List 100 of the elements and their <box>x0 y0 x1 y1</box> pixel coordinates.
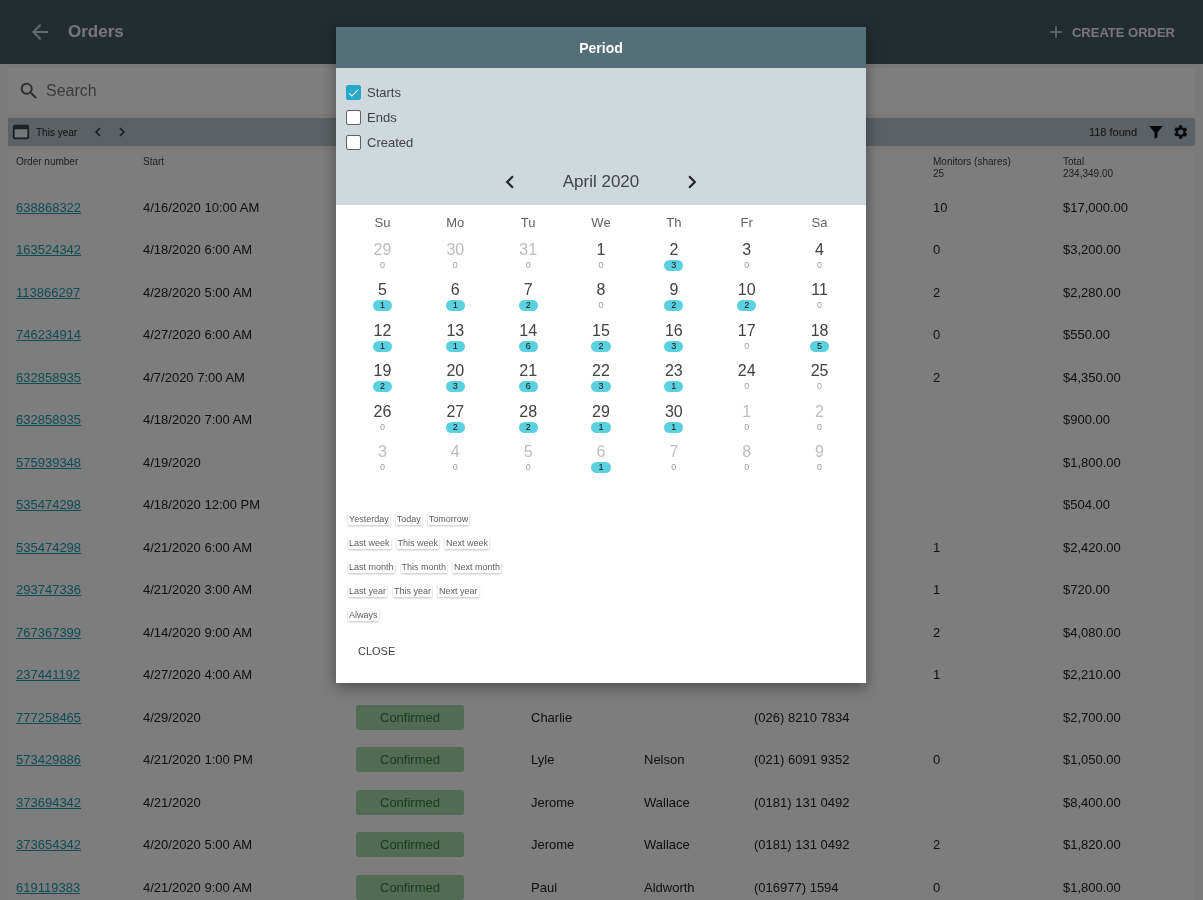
table-cell: Charlie <box>531 709 573 725</box>
count-label: 0 <box>379 461 385 473</box>
count-label: 0 <box>452 461 458 473</box>
status-badge: Confirmed <box>356 789 464 815</box>
table-cell: 2 <box>933 369 941 385</box>
dialog-title: Period <box>336 27 866 68</box>
count-label: 0 <box>817 381 823 393</box>
weekday-label: Tu <box>519 215 537 232</box>
count-label: 0 <box>598 260 604 271</box>
table-cell: 4/18/2020 7:00 AM <box>143 412 253 428</box>
table-cell: 4/19/2020 <box>143 454 201 470</box>
table-cell: $550.00 <box>1063 327 1110 343</box>
table-cell: $4,350.00 <box>1063 369 1121 385</box>
table-cell: $2,280.00 <box>1063 284 1121 300</box>
table-cell: $2,420.00 <box>1063 539 1121 555</box>
weekday-label: Fr <box>739 215 754 232</box>
table-cell: 0 <box>933 327 941 343</box>
table-cell: Aldworth <box>644 879 695 895</box>
table-cell: $2,210.00 <box>1063 667 1121 683</box>
table-cell: (026) 8210 7834 <box>754 709 850 725</box>
table-cell: 0 <box>933 879 941 895</box>
count-badge: 1 <box>664 421 684 433</box>
count-label: 0 <box>817 260 823 271</box>
table-cell: 4/7/2020 7:00 AM <box>143 369 245 385</box>
count-badge: 1 <box>372 340 392 352</box>
status-badge: Confirmed <box>356 747 464 773</box>
column-header: Order number <box>16 156 80 167</box>
table-cell: 4/29/2020 <box>143 709 201 725</box>
table-cell: $1,050.00 <box>1063 752 1121 768</box>
table-cell: (016977) 1594 <box>754 879 839 895</box>
column-header: Start <box>143 156 166 167</box>
table-cell: $8,400.00 <box>1063 794 1121 810</box>
count-label: 0 <box>744 461 750 473</box>
weekday-label: Th <box>665 215 683 232</box>
page-title: Orders <box>68 22 124 42</box>
count-badge: 2 <box>518 300 538 312</box>
weekday-label: Su <box>373 215 392 232</box>
result-count: 118 found <box>1088 126 1137 138</box>
month-label: April 2020 <box>562 172 640 192</box>
table-cell: $1,800.00 <box>1063 879 1121 895</box>
count-badge: 1 <box>591 421 611 433</box>
count-label: 0 <box>379 260 385 271</box>
table-cell: (021) 6091 9352 <box>754 752 850 768</box>
count-badge: 2 <box>664 300 684 312</box>
table-cell: 2 <box>933 837 941 853</box>
table-cell: Jerome <box>531 837 575 853</box>
table-cell: 4/21/2020 <box>143 794 201 810</box>
table-cell: Jerome <box>531 794 575 810</box>
table-cell: $900.00 <box>1063 412 1110 428</box>
count-badge: 2 <box>518 421 538 433</box>
column-header: Total <box>1063 156 1086 167</box>
status-badge: Confirmed <box>356 832 464 858</box>
count-label: 0 <box>744 260 750 271</box>
count-badge: 3 <box>591 381 611 393</box>
table-cell: 0 <box>933 752 941 768</box>
status-badge: Confirmed <box>356 874 464 900</box>
count-badge: 3 <box>664 260 684 271</box>
table-cell: 1 <box>933 582 941 598</box>
table-cell: 4/21/2020 6:00 AM <box>143 539 253 555</box>
count-label: 0 <box>671 461 677 473</box>
column-summary: 234,349.00 <box>1063 168 1115 179</box>
table-cell: $720.00 <box>1063 582 1110 598</box>
count-badge: 2 <box>737 300 757 312</box>
table-cell: $1,800.00 <box>1063 454 1121 470</box>
table-cell: Paul <box>531 879 558 895</box>
count-badge: 2 <box>445 421 465 433</box>
table-cell: 4/27/2020 4:00 AM <box>143 667 253 683</box>
table-cell: 2 <box>933 284 941 300</box>
table-cell: (0181) 131 0492 <box>754 837 850 853</box>
table-cell: 4/20/2020 5:00 AM <box>143 837 253 853</box>
table-cell: 4/28/2020 5:00 AM <box>143 284 253 300</box>
table-cell: $2,700.00 <box>1063 709 1121 725</box>
count-label: 0 <box>744 421 750 433</box>
table-cell: 1 <box>933 667 941 683</box>
table-cell: 2 <box>933 624 941 640</box>
count-badge: 1 <box>372 300 392 312</box>
count-label: 0 <box>598 300 604 312</box>
count-label: 0 <box>525 260 531 271</box>
table-cell: 4/21/2020 3:00 AM <box>143 582 253 598</box>
count-badge: 3 <box>445 381 465 393</box>
count-badge: 2 <box>591 340 611 352</box>
table-cell: $1,820.00 <box>1063 837 1121 853</box>
count-label: 0 <box>744 340 750 352</box>
table-cell: Wallace <box>644 837 690 853</box>
table-cell: 10 <box>933 199 948 215</box>
count-label: 0 <box>817 461 823 473</box>
table-cell: 4/18/2020 12:00 PM <box>143 497 261 513</box>
count-badge: 1 <box>664 381 684 393</box>
table-cell: Lyle <box>531 752 555 768</box>
table-cell: 0 <box>933 242 941 258</box>
count-badge: 1 <box>445 300 465 312</box>
count-label: 0 <box>525 461 531 473</box>
count-badge: 5 <box>810 340 830 352</box>
count-badge: 2 <box>372 381 392 393</box>
table-cell: 1 <box>933 539 941 555</box>
table-cell: 4/16/2020 10:00 AM <box>143 199 260 215</box>
count-label: 0 <box>379 421 385 433</box>
count-badge: 6 <box>518 381 538 393</box>
table-cell: 4/18/2020 6:00 AM <box>143 242 253 258</box>
table-cell: Wallace <box>644 794 690 810</box>
